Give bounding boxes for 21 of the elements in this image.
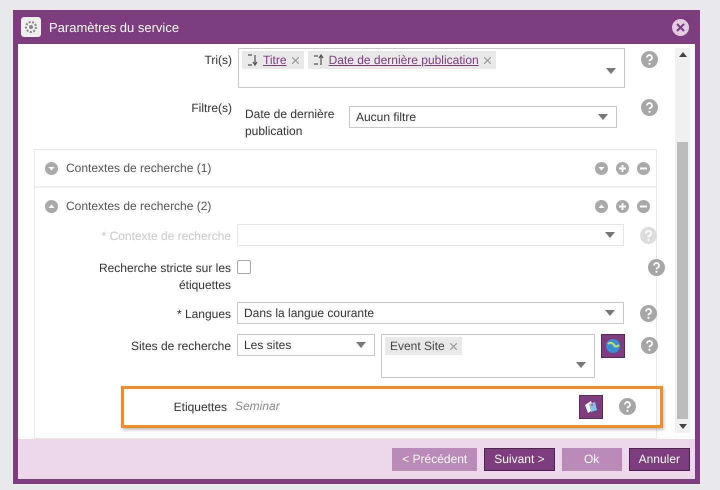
sort-tag[interactable]: Date de dernière publication	[308, 51, 496, 69]
field-label: Filtre(s)	[190, 100, 232, 117]
site-tag[interactable]: Event Site	[385, 337, 462, 355]
dialog-button[interactable]: Suivant >	[484, 448, 555, 470]
filter-label: Date de dernière publication	[245, 106, 336, 140]
sort-select[interactable]: Titre Date de dernière publication	[238, 48, 625, 88]
filter-select[interactable]: Aucun filtre	[349, 106, 617, 128]
field-label: * Langues	[176, 306, 231, 323]
field-label: Tri(s)	[203, 52, 232, 69]
language-select[interactable]: Dans la langue courante	[237, 302, 624, 324]
sites-select[interactable]: Les sites	[237, 334, 375, 356]
section-header[interactable]: Contextes de recherche (2)	[35, 188, 656, 224]
sort-tag[interactable]: Titre	[242, 51, 304, 69]
dialog-button[interactable]: Annuler	[628, 448, 690, 470]
field-label: Recherche stricte sur les étiquettes	[98, 260, 231, 294]
window-title: Paramètres du service	[49, 20, 180, 34]
field-label: Sites de recherche	[130, 338, 231, 355]
section-header[interactable]: Contextes de recherche (1)	[35, 150, 656, 188]
sites-tags-field[interactable]: Event Site	[381, 334, 595, 378]
tags-field[interactable]: Seminar	[233, 395, 573, 417]
field-label: Etiquettes	[172, 399, 227, 416]
